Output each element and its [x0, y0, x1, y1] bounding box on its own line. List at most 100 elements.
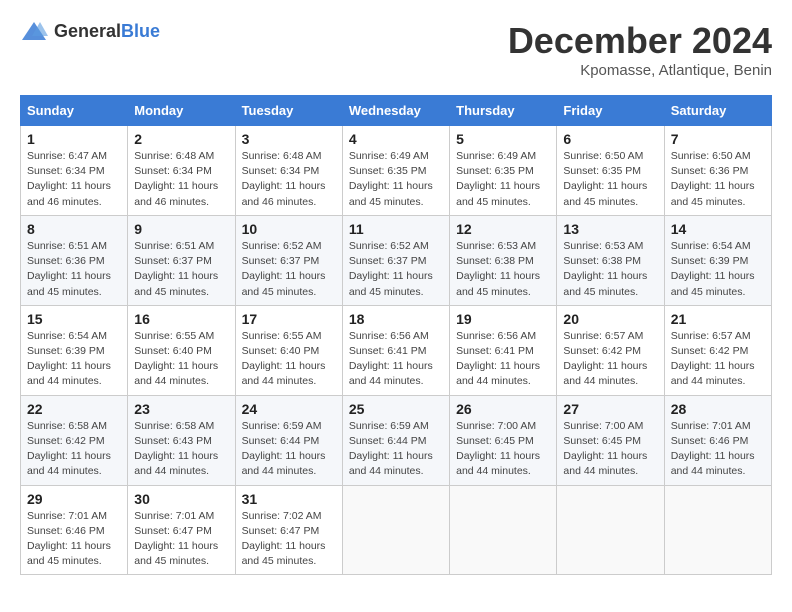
- table-row: 21Sunrise: 6:57 AMSunset: 6:42 PMDayligh…: [664, 305, 771, 395]
- calendar-week-row: 15 Sunrise: 6:54 AM Sunset: 6:39 PM Dayligh…: [21, 305, 772, 395]
- daylight-text: Daylight: 11 hours: [563, 450, 647, 462]
- day-detail: Sunrise: 6:58 AM Sunset: 6:43 PM Daylight:…: [134, 419, 228, 480]
- daylight-text-2: and 45 minutes.: [242, 286, 317, 298]
- day-detail: Sunrise: 7:01 AMSunset: 6:46 PMDaylight:…: [27, 509, 121, 570]
- sunset-text: Sunset: 6:38 PM: [456, 255, 534, 267]
- daylight-text: Daylight: 11 hours: [671, 360, 755, 372]
- daylight-text-2: and 44 minutes.: [27, 375, 102, 387]
- day-detail: Sunrise: 6:57 AM Sunset: 6:42 PM Daylight:…: [671, 329, 765, 390]
- daylight-text: Daylight: 11 hours: [563, 270, 647, 282]
- sunset-text: Sunset: 6:37 PM: [242, 255, 320, 267]
- sunset-text: Sunset: 6:35 PM: [456, 165, 534, 177]
- table-row: 30Sunrise: 7:01 AMSunset: 6:47 PMDayligh…: [128, 485, 235, 575]
- sunrise-text: Sunrise: 7:01 AM: [27, 510, 107, 522]
- table-row: 8Sunrise: 6:51 AMSunset: 6:36 PMDaylight…: [21, 215, 128, 305]
- col-saturday: Saturday: [664, 96, 771, 126]
- sunset-text: Sunset: 6:37 PM: [349, 255, 427, 267]
- day-number: 23: [134, 401, 228, 417]
- day-detail: Sunrise: 6:49 AMSunset: 6:35 PMDaylight:…: [456, 149, 550, 210]
- daylight-text-2: and 45 minutes.: [456, 196, 531, 208]
- sunset-text: Sunset: 6:42 PM: [671, 345, 749, 357]
- title-area: December 2024 Kpomasse, Atlantique, Beni…: [508, 20, 772, 79]
- daylight-text-2: and 45 minutes.: [563, 196, 638, 208]
- daylight-text-2: and 45 minutes.: [456, 286, 531, 298]
- daylight-text: Daylight: 11 hours: [349, 450, 433, 462]
- day-number: 22: [27, 401, 121, 417]
- table-row: 22 Sunrise: 6:58 AMSunset: 6:42 PMDayligh…: [21, 395, 128, 485]
- table-row: 23 Sunrise: 6:58 AM Sunset: 6:43 PM Dayligh…: [128, 395, 235, 485]
- sunrise-text: Sunrise: 6:57 AM: [671, 330, 751, 342]
- col-tuesday: Tuesday: [235, 96, 342, 126]
- day-detail: Sunrise: 6:59 AMSunset: 6:44 PMDaylight:…: [242, 419, 336, 480]
- logo-blue: Blue: [121, 21, 160, 41]
- day-detail: Sunrise: 6:58 AMSunset: 6:42 PMDaylight:…: [27, 419, 121, 480]
- sunset-text: Sunset: 6:39 PM: [27, 345, 105, 357]
- table-row: 7 Sunrise: 6:50 AMSunset: 6:36 PMDaylight…: [664, 126, 771, 216]
- day-number: 29: [27, 491, 121, 507]
- logo: GeneralBlue: [20, 20, 160, 42]
- sunrise-text: Sunrise: 6:48 AM: [134, 150, 214, 162]
- sunset-text: Sunset: 6:40 PM: [242, 345, 320, 357]
- sunrise-text: Sunrise: 6:55 AM: [134, 330, 214, 342]
- sunrise-text: Sunrise: 7:01 AM: [134, 510, 214, 522]
- sunset-text: Sunset: 6:39 PM: [671, 255, 749, 267]
- sunset-text: Sunset: 6:38 PM: [563, 255, 641, 267]
- sunset-text: Sunset: 6:36 PM: [27, 255, 105, 267]
- sunset-text: Sunset: 6:37 PM: [134, 255, 212, 267]
- day-detail: Sunrise: 6:49 AMSunset: 6:35 PMDaylight:…: [349, 149, 443, 210]
- daylight-text-2: and 45 minutes.: [349, 286, 424, 298]
- day-number: 20: [563, 311, 657, 327]
- daylight-text: Daylight: 11 hours: [349, 360, 433, 372]
- day-number: 15: [27, 311, 121, 327]
- day-detail: Sunrise: 6:47 AMSunset: 6:34 PMDaylight:…: [27, 149, 121, 210]
- table-row: 20Sunrise: 6:57 AMSunset: 6:42 PMDayligh…: [557, 305, 664, 395]
- day-detail: Sunrise: 6:52 AMSunset: 6:37 PMDaylight:…: [349, 239, 443, 300]
- day-number: 3: [242, 131, 336, 147]
- col-wednesday: Wednesday: [342, 96, 449, 126]
- sunrise-text: Sunrise: 6:58 AM: [134, 420, 214, 432]
- daylight-text: Daylight: 11 hours: [242, 180, 326, 192]
- sunrise-text: Sunrise: 6:54 AM: [27, 330, 107, 342]
- table-row: 9Sunrise: 6:51 AMSunset: 6:37 PMDaylight…: [128, 215, 235, 305]
- day-detail: Sunrise: 6:51 AMSunset: 6:37 PMDaylight:…: [134, 239, 228, 300]
- day-number: 18: [349, 311, 443, 327]
- daylight-text: Daylight: 11 hours: [671, 270, 755, 282]
- day-detail: Sunrise: 6:50 AMSunset: 6:35 PMDaylight:…: [563, 149, 657, 210]
- daylight-text-2: and 44 minutes.: [671, 465, 746, 477]
- sunset-text: Sunset: 6:43 PM: [134, 435, 212, 447]
- day-number: 30: [134, 491, 228, 507]
- calendar-header-row: Sunday Monday Tuesday Wednesday Thursday…: [21, 96, 772, 126]
- sunrise-text: Sunrise: 6:48 AM: [242, 150, 322, 162]
- daylight-text: Daylight: 11 hours: [563, 180, 647, 192]
- sunset-text: Sunset: 6:47 PM: [242, 525, 320, 537]
- table-row: [664, 485, 771, 575]
- day-number: 24: [242, 401, 336, 417]
- calendar-week-row: 1Sunrise: 6:47 AMSunset: 6:34 PMDaylight…: [21, 126, 772, 216]
- day-detail: Sunrise: 6:56 AMSunset: 6:41 PMDaylight:…: [456, 329, 550, 390]
- day-number: 19: [456, 311, 550, 327]
- sunrise-text: Sunrise: 6:59 AM: [349, 420, 429, 432]
- table-row: 5Sunrise: 6:49 AMSunset: 6:35 PMDaylight…: [450, 126, 557, 216]
- sunrise-text: Sunrise: 6:56 AM: [349, 330, 429, 342]
- day-detail: Sunrise: 6:50 AMSunset: 6:36 PMDaylight:…: [671, 149, 765, 210]
- day-number: 16: [134, 311, 228, 327]
- day-detail: Sunrise: 6:55 AMSunset: 6:40 PMDaylight:…: [242, 329, 336, 390]
- day-detail: Sunrise: 7:02 AMSunset: 6:47 PMDaylight:…: [242, 509, 336, 570]
- day-detail: Sunrise: 7:00 AMSunset: 6:45 PMDaylight:…: [456, 419, 550, 480]
- table-row: 28Sunrise: 7:01 AMSunset: 6:46 PMDayligh…: [664, 395, 771, 485]
- daylight-text-2: and 44 minutes.: [456, 375, 531, 387]
- daylight-text-2: and 44 minutes.: [242, 375, 317, 387]
- day-number: 7: [671, 131, 765, 147]
- day-number: 10: [242, 221, 336, 237]
- sunrise-text: Sunrise: 6:47 AM: [27, 150, 107, 162]
- sunrise-text: Sunrise: 6:58 AM: [27, 420, 107, 432]
- daylight-text-2: and 45 minutes.: [134, 286, 209, 298]
- daylight-text: Daylight: 11 hours: [242, 270, 326, 282]
- daylight-text: Daylight: 11 hours: [456, 180, 540, 192]
- sunset-text: Sunset: 6:42 PM: [563, 345, 641, 357]
- sunrise-text: Sunrise: 6:53 AM: [456, 240, 536, 252]
- daylight-text: Daylight: 11 hours: [134, 450, 218, 462]
- day-detail: Sunrise: 6:52 AMSunset: 6:37 PMDaylight:…: [242, 239, 336, 300]
- table-row: 24 Sunrise: 6:59 AMSunset: 6:44 PMDayligh…: [235, 395, 342, 485]
- table-row: 1Sunrise: 6:47 AMSunset: 6:34 PMDaylight…: [21, 126, 128, 216]
